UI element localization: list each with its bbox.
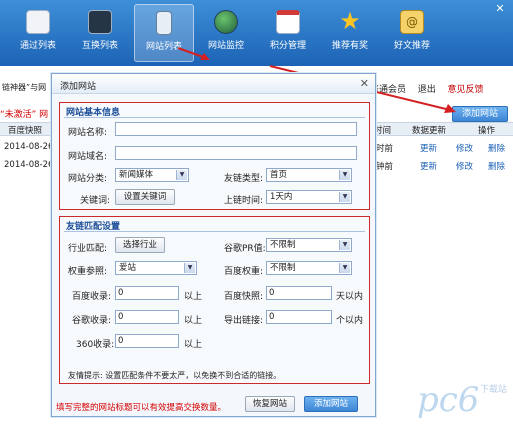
baidu-snapshot-label: 百度快照:: [224, 292, 264, 302]
weight-ref-select[interactable]: 爱站 ▼: [115, 261, 197, 275]
google-index-label: 谷歌收录:: [72, 316, 112, 326]
baidu-index-unit: 以上: [184, 292, 203, 302]
google-pr-label: 谷歌PR值:: [224, 244, 266, 254]
weight-ref-value: 爱站: [119, 263, 137, 273]
set-keyword-button[interactable]: 设置关键词: [115, 189, 175, 205]
google-index-unit: 以上: [184, 316, 203, 326]
app-window: 通过列表 互换列表 网站列表 网站监控 积分管理 ★ 推荐有奖 @ 好文推荐 ✕…: [0, 0, 513, 426]
360-index-input[interactable]: 0: [115, 334, 179, 348]
baidu-index-label: 百度收录:: [72, 292, 112, 302]
baidu-weight-value: 不限制: [270, 263, 296, 273]
outlinks-input[interactable]: 0: [266, 310, 332, 324]
baidu-snapshot-unit: 天以内: [336, 292, 364, 302]
chevron-down-icon: ▼: [339, 263, 350, 273]
360-index-label: 360收录:: [76, 340, 115, 350]
link-time-value: 1天内: [270, 192, 293, 202]
watermark-brand: pc6: [417, 380, 480, 420]
watermark-logo: pc6 下载站: [417, 380, 507, 420]
chevron-down-icon: ▼: [339, 192, 350, 202]
baidu-snapshot-input[interactable]: 0: [266, 286, 332, 300]
chevron-down-icon: ▼: [339, 240, 350, 250]
group-divider: [64, 231, 365, 232]
basic-info-group: 网站基本信息 网站名称: 网站域名: 网站分类: 新闻媒体 ▼ 友链类型: 首页…: [59, 102, 370, 210]
link-type-label: 友链类型:: [224, 174, 264, 184]
outlinks-label: 导出链接:: [224, 316, 264, 326]
restore-site-button[interactable]: 恢复网站: [245, 396, 295, 412]
close-icon[interactable]: ✕: [360, 77, 369, 90]
baidu-index-input[interactable]: 0: [115, 286, 179, 300]
site-domain-label: 网站域名:: [68, 152, 108, 162]
dialog-titlebar: 添加网站 ✕: [52, 74, 375, 94]
select-industry-button[interactable]: 选择行业: [115, 237, 165, 253]
weight-ref-label: 权重参照:: [68, 267, 108, 277]
keyword-label: 关键词:: [80, 196, 111, 206]
group-divider: [64, 117, 365, 118]
360-index-unit: 以上: [184, 340, 203, 350]
dialog-title: 添加网站: [60, 82, 97, 92]
site-category-select[interactable]: 新闻媒体 ▼: [115, 168, 189, 182]
add-site-button[interactable]: 添加网站: [304, 396, 358, 412]
add-site-dialog: 添加网站 ✕ 网站基本信息 网站名称: 网站域名: 网站分类: 新闻媒体 ▼ 友…: [51, 73, 376, 417]
baidu-weight-label: 百度权重:: [224, 267, 264, 277]
friendly-tip: 友情提示: 设置匹配条件不要太严，以免换不到合适的链接。: [68, 371, 282, 380]
footer-note: 填写完整的网站标题可以有效提高交换数量。: [56, 403, 227, 413]
site-name-input[interactable]: [115, 122, 357, 136]
chevron-down-icon: ▼: [176, 170, 187, 180]
baidu-weight-select[interactable]: 不限制 ▼: [266, 261, 352, 275]
link-match-group: 友链匹配设置 行业匹配: 选择行业 谷歌PR值: 不限制 ▼ 权重参照: 爱站 …: [59, 216, 370, 384]
watermark-caption: 下载站: [479, 385, 507, 395]
site-category-label: 网站分类:: [68, 174, 108, 184]
site-category-value: 新闻媒体: [119, 170, 154, 180]
chevron-down-icon: ▼: [339, 170, 350, 180]
link-type-select[interactable]: 首页 ▼: [266, 168, 352, 182]
google-pr-select[interactable]: 不限制 ▼: [266, 238, 352, 252]
google-pr-value: 不限制: [270, 240, 296, 250]
google-index-input[interactable]: 0: [115, 310, 179, 324]
link-time-select[interactable]: 1天内 ▼: [266, 190, 352, 204]
outlinks-unit: 个以内: [336, 316, 364, 326]
site-name-label: 网站名称:: [68, 128, 108, 138]
industry-label: 行业匹配:: [68, 244, 108, 254]
chevron-down-icon: ▼: [184, 263, 195, 273]
link-time-label: 上链时间:: [224, 196, 264, 206]
site-domain-input[interactable]: [115, 146, 357, 160]
link-type-value: 首页: [270, 170, 288, 180]
